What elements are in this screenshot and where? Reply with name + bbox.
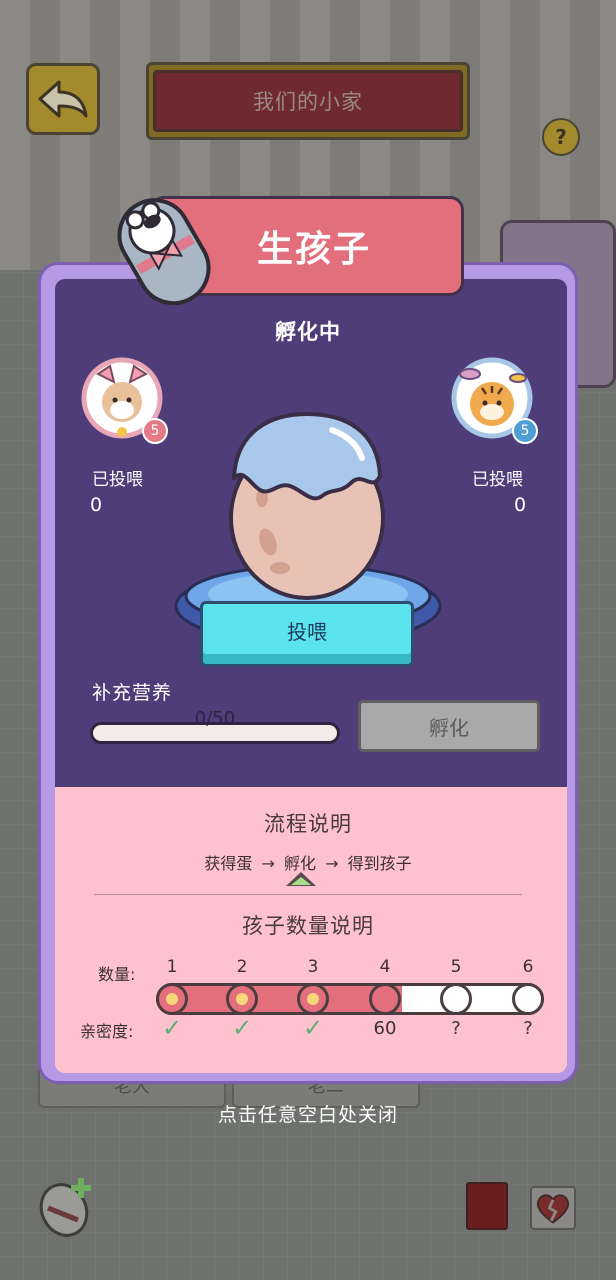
child-count-number: 6 (522, 957, 534, 977)
right-fed-label: 已投喂 (472, 470, 523, 490)
child-count-track-fill (159, 986, 402, 1012)
flow-step-hatch: 孵化 (283, 854, 316, 873)
child-node-unlocked (369, 983, 401, 1015)
swaddled-baby-icon (117, 198, 211, 306)
nutrition-progress-text: 0/50 (194, 708, 236, 729)
flow-arrow-icon: → (261, 854, 275, 873)
child-count-number: 2 (236, 957, 248, 977)
back-arrow-icon (38, 80, 88, 118)
left-fed-label: 已投喂 (92, 470, 143, 490)
left-fed-value: 0 (90, 494, 103, 516)
heart-box-icon[interactable] (466, 1182, 508, 1230)
home-title: 我们的小家 (153, 70, 463, 132)
child-count-number: 1 (166, 957, 178, 977)
left-parent-avatar: 5 (80, 356, 168, 444)
right-fed-value: 0 (514, 494, 527, 516)
right-parent-level: 5 (512, 418, 538, 444)
supplement-label: 补充营养 (92, 682, 173, 704)
hatching-status: 孵化中 (275, 320, 341, 344)
home-title-plate: 我们的小家 (146, 62, 470, 140)
flow-steps: 获得蛋 → 孵化 → 得到孩子 (0, 850, 616, 874)
check-icon: ✓ (231, 1014, 253, 1042)
egg-add-icon[interactable] (34, 1172, 100, 1238)
flow-step-get-egg: 获得蛋 (204, 854, 253, 873)
intimacy-requirement: 60 (373, 1018, 397, 1039)
child-node-locked (440, 983, 472, 1015)
egg-icon[interactable] (222, 410, 392, 600)
flow-title: 流程说明 (264, 812, 352, 836)
flow-arrow-icon: → (325, 854, 339, 873)
right-parent-avatar: 5 (450, 356, 538, 444)
intimacy-requirement: ? (523, 1018, 533, 1039)
child-node-unlocked (156, 983, 188, 1015)
hatch-button[interactable]: 孵化 (358, 700, 540, 752)
left-parent-level: 5 (142, 418, 168, 444)
intimacy-label: 亲密度: (80, 1022, 134, 1041)
child-count-number: 3 (307, 957, 319, 977)
back-button[interactable] (26, 63, 100, 135)
current-step-marker-fill (291, 877, 311, 885)
check-icon: ✓ (302, 1014, 324, 1042)
close-hint: 点击任意空白处关闭 (217, 1104, 398, 1126)
child-count-track (156, 983, 544, 1015)
child-node-locked (512, 983, 544, 1015)
child-node-unlocked (226, 983, 258, 1015)
help-button[interactable]: ? (542, 118, 580, 156)
flow-step-get-child: 得到孩子 (347, 854, 412, 873)
broken-heart-icon[interactable] (530, 1186, 576, 1230)
intimacy-requirement: ? (451, 1018, 461, 1039)
divider (94, 894, 522, 895)
child-count-number: 4 (379, 957, 391, 977)
child-count-number: 5 (450, 957, 462, 977)
check-icon: ✓ (161, 1014, 183, 1042)
child-count-title: 孩子数量说明 (242, 914, 374, 938)
feed-button[interactable]: 投喂 (200, 601, 414, 667)
child-node-unlocked (297, 983, 329, 1015)
count-label: 数量: (98, 965, 136, 984)
